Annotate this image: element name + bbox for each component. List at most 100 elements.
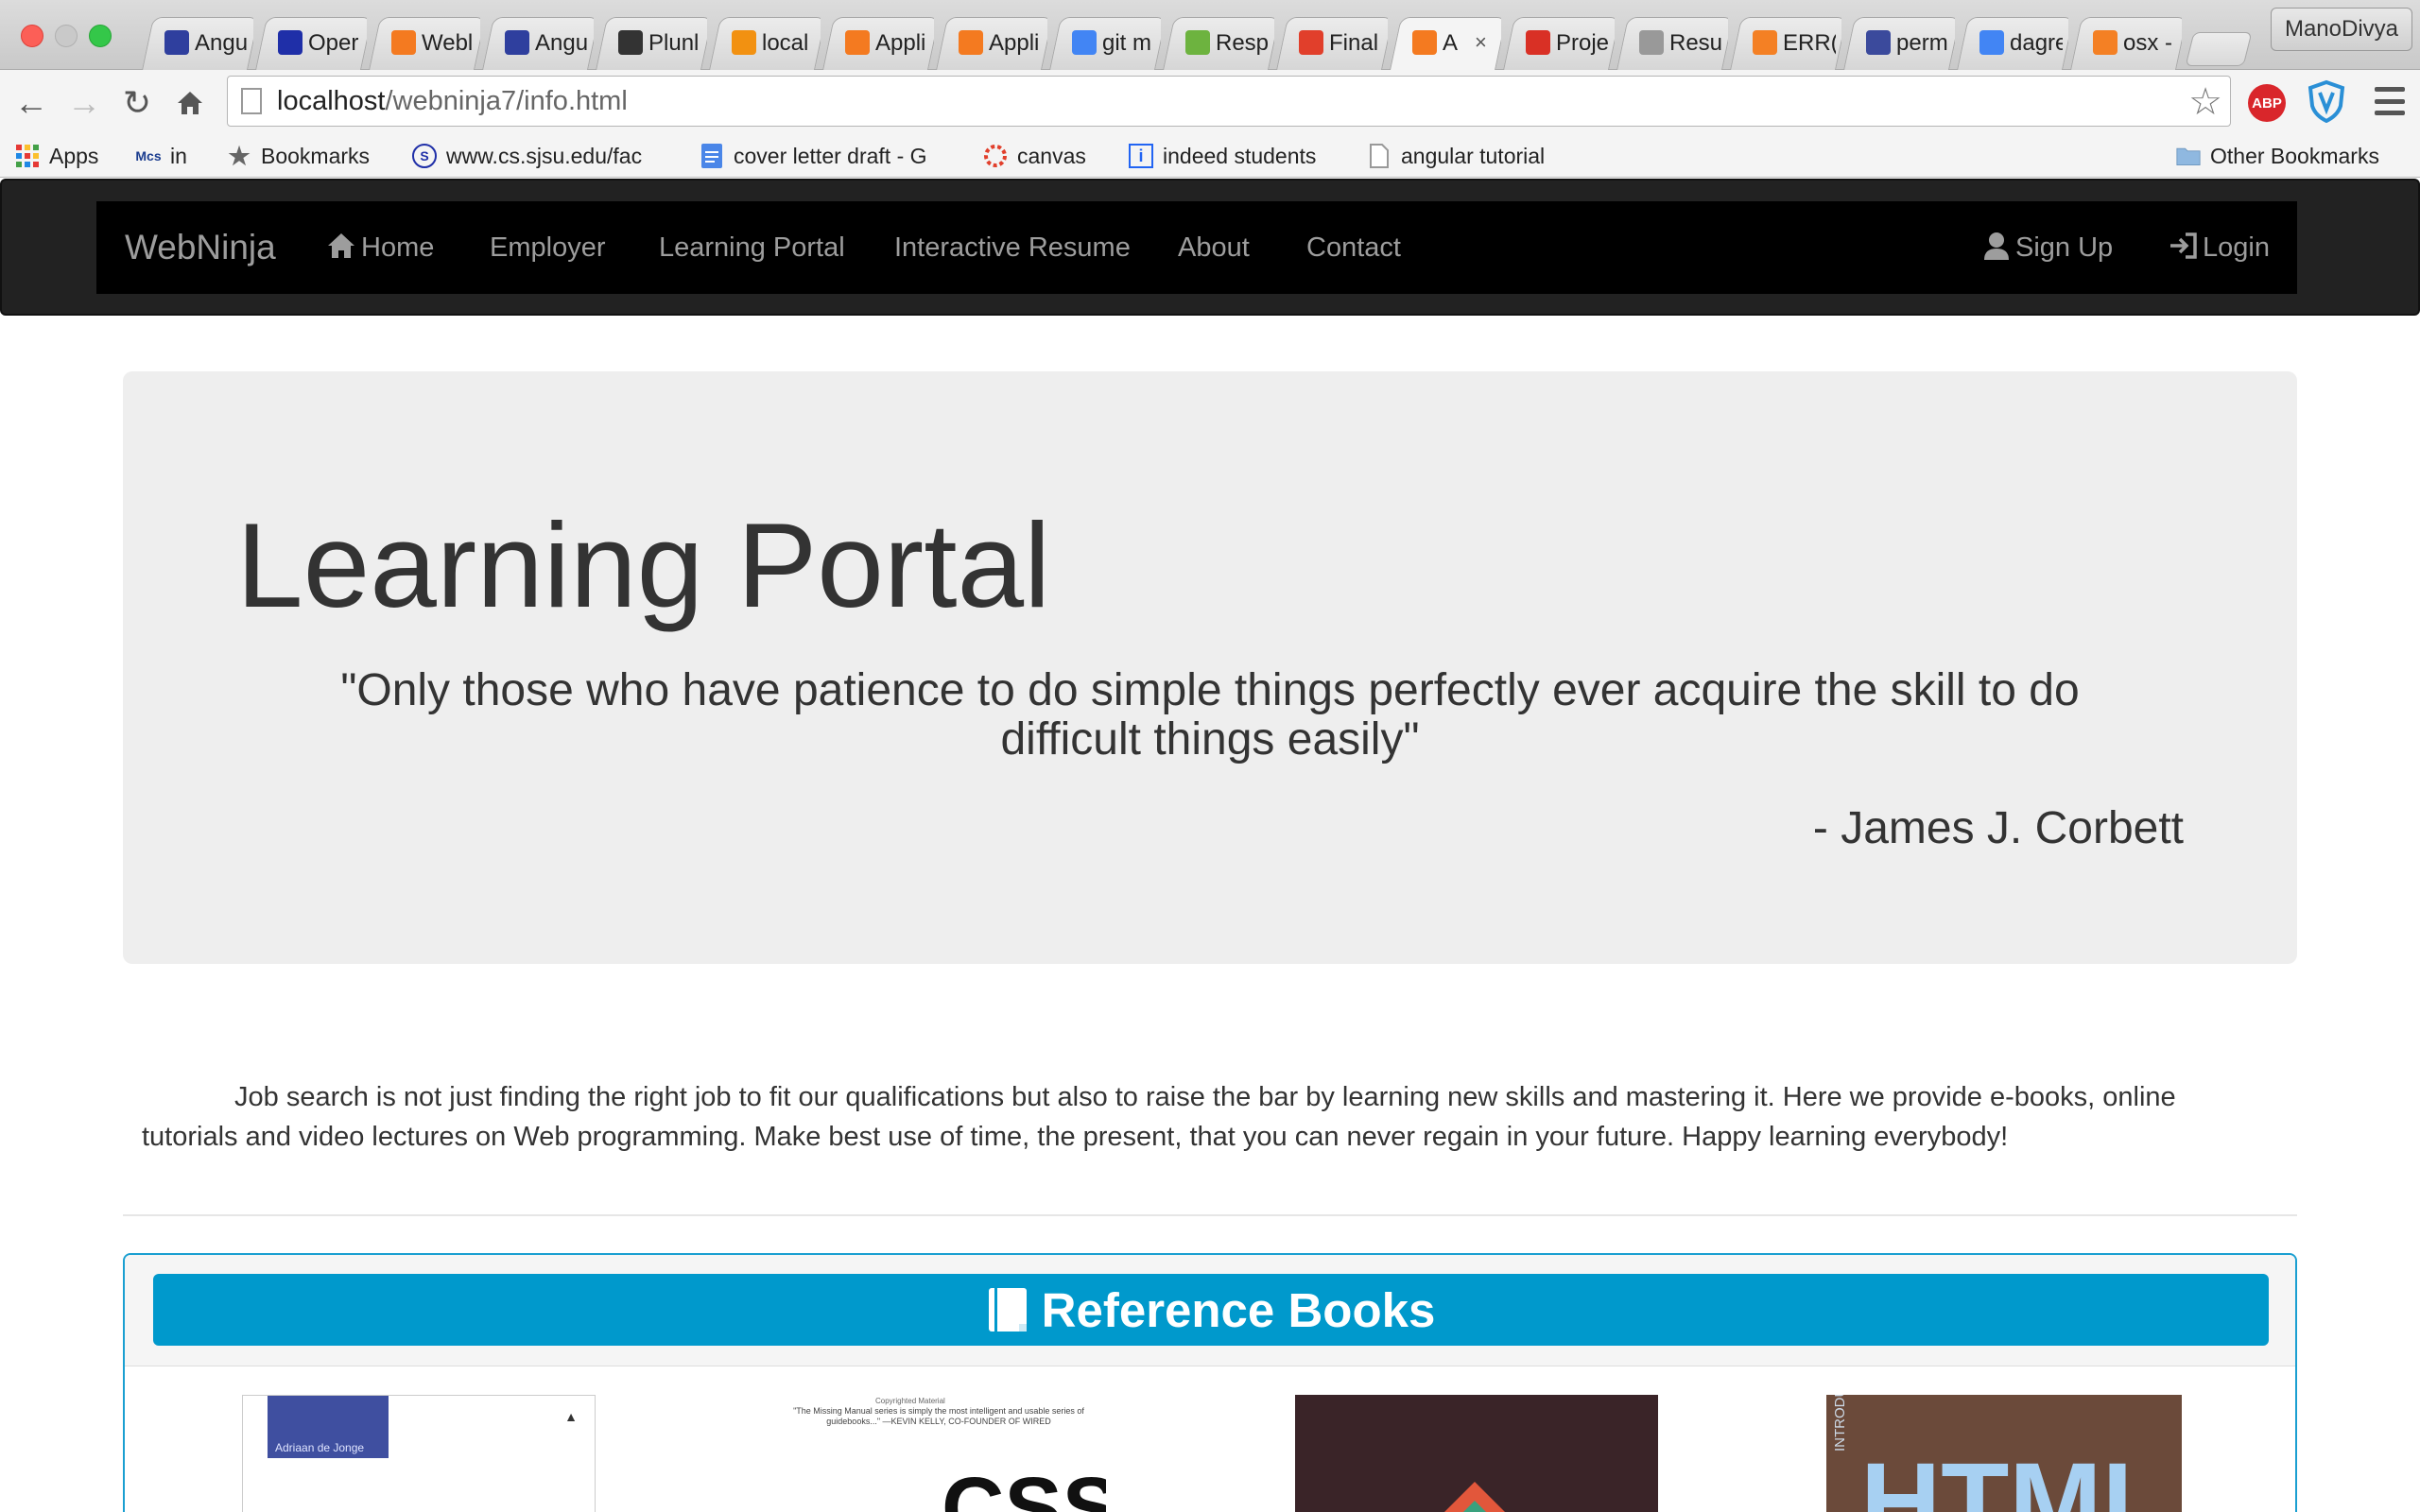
nav-signup[interactable]: Sign Up bbox=[1983, 201, 2113, 294]
nav-employer[interactable]: Employer bbox=[490, 201, 606, 294]
angular-shield-icon bbox=[164, 30, 189, 55]
zoom-window-button[interactable] bbox=[89, 25, 112, 47]
browser-tab[interactable]: Proje bbox=[1503, 17, 1615, 70]
login-label: Login bbox=[2203, 232, 2270, 263]
gmail-icon bbox=[1526, 30, 1550, 55]
google-icon bbox=[1979, 30, 2004, 55]
browser-tab[interactable]: Appli bbox=[936, 17, 1047, 70]
bookmark-cover-letter[interactable]: cover letter draft - G bbox=[700, 140, 960, 172]
minimize-window-button[interactable] bbox=[55, 25, 78, 47]
tab-label: local bbox=[762, 30, 809, 56]
browser-tab[interactable]: Plunl bbox=[596, 17, 707, 70]
browser-tab[interactable]: Angu bbox=[142, 17, 253, 70]
book-cover-graphic bbox=[1444, 1482, 1505, 1512]
phpmyadmin-icon bbox=[732, 30, 756, 55]
bookmark-label: www.cs.sjsu.edu/fac bbox=[446, 143, 643, 168]
nav-home[interactable]: Home bbox=[327, 201, 434, 294]
nav-login[interactable]: Login bbox=[2169, 201, 2270, 294]
reference-books-panel: Reference Books Adriaan de Jonge ▲ Copyr… bbox=[123, 1253, 2297, 1512]
canvas-icon bbox=[1299, 30, 1323, 55]
browser-tab[interactable]: ERR( bbox=[1730, 17, 1841, 70]
bookmark-canvas[interactable]: canvas bbox=[983, 140, 1115, 172]
nav-home-label: Home bbox=[361, 232, 435, 263]
tab-label: Resp bbox=[1216, 30, 1269, 56]
browser-tab[interactable]: Angu bbox=[482, 17, 594, 70]
bookmark-indeed[interactable]: i indeed students bbox=[1129, 140, 1346, 172]
profile-button[interactable]: ManoDivya bbox=[2271, 8, 2412, 51]
site-navbar: WebNinja Home Employer Learning Portal I… bbox=[0, 179, 2420, 316]
book-cover-1[interactable]: Adriaan de Jonge ▲ bbox=[242, 1395, 596, 1512]
url-host: localhost bbox=[277, 86, 386, 116]
tab-close-icon[interactable]: × bbox=[1475, 30, 1487, 55]
bookmark-angular-tutorial[interactable]: angular tutorial bbox=[1367, 140, 1594, 172]
browser-tab[interactable]: Appli bbox=[822, 17, 934, 70]
user-icon bbox=[1984, 232, 2009, 261]
apps-grid-icon bbox=[15, 144, 40, 168]
back-button[interactable]: ← bbox=[9, 81, 53, 125]
sjsu-icon: S bbox=[412, 144, 437, 168]
google-icon bbox=[1072, 30, 1097, 55]
browser-tab[interactable]: Final bbox=[1276, 17, 1388, 70]
bookmark-star-icon[interactable]: ☆ bbox=[2188, 78, 2222, 126]
other-bookmarks-folder[interactable]: Other Bookmarks bbox=[2176, 140, 2403, 172]
browser-tab[interactable]: perm bbox=[1843, 17, 1955, 70]
page-icon bbox=[241, 88, 262, 114]
forward-button[interactable]: → bbox=[62, 81, 106, 125]
close-window-button[interactable] bbox=[21, 25, 43, 47]
folder-icon bbox=[2176, 144, 2201, 168]
home-icon bbox=[328, 233, 354, 259]
nav-interactive-resume[interactable]: Interactive Resume bbox=[894, 201, 1131, 294]
bookmark-bookmarks-folder[interactable]: ★ Bookmarks bbox=[227, 140, 397, 172]
browser-tab[interactable]: dagre bbox=[1957, 17, 2068, 70]
bookmark-label: Apps bbox=[49, 143, 99, 168]
browser-toolbar: ← → ↻ localhost/webninja7/info.html ☆ AB… bbox=[0, 70, 2420, 134]
tab-label: Plunl bbox=[648, 30, 700, 56]
navbar-container: WebNinja Home Employer Learning Portal I… bbox=[96, 201, 2297, 294]
page-title: Learning Portal bbox=[236, 498, 1051, 632]
home-button[interactable] bbox=[168, 81, 212, 125]
other-bookmarks-label: Other Bookmarks bbox=[2210, 143, 2379, 168]
reload-button[interactable]: ↻ bbox=[115, 81, 159, 125]
reference-books-title: Reference Books bbox=[1041, 1282, 1436, 1337]
browser-tab[interactable]: osx - bbox=[2070, 17, 2182, 70]
tab-label: perm bbox=[1896, 30, 1948, 56]
tab-label: Appli bbox=[875, 30, 926, 56]
xampp-icon bbox=[391, 30, 416, 55]
tab-list: Angu Oper Webl Angu Plunl local Appli Appli git … bbox=[142, 17, 2253, 70]
star-icon: ★ bbox=[228, 141, 251, 170]
book-cover-2[interactable]: Copyrighted Material "The Missing Manual… bbox=[771, 1395, 1106, 1512]
nav-contact[interactable]: Contact bbox=[1306, 201, 1401, 294]
adblock-plus-icon[interactable]: ABP bbox=[2248, 84, 2286, 122]
browser-tab[interactable]: git m bbox=[1049, 17, 1161, 70]
tab-label: Final bbox=[1329, 30, 1379, 56]
browser-tab[interactable]: local bbox=[709, 17, 821, 70]
stackoverflow-icon bbox=[1753, 30, 1777, 55]
quote-author: - James J. Corbett bbox=[1812, 803, 2184, 853]
bookmark-apps[interactable]: Apps bbox=[15, 140, 119, 172]
browser-tab[interactable]: Resu bbox=[1616, 17, 1728, 70]
tab-label: git m bbox=[1102, 30, 1152, 56]
address-bar[interactable]: localhost/webninja7/info.html ☆ bbox=[227, 76, 2231, 127]
nav-learning-portal[interactable]: Learning Portal bbox=[659, 201, 845, 294]
browser-tab[interactable]: Resp bbox=[1163, 17, 1274, 70]
profile-name: ManoDivya bbox=[2284, 16, 2399, 42]
tab-label: Proje bbox=[1556, 30, 1609, 56]
book-cover-4[interactable]: INTRODUCING HTML bbox=[1826, 1395, 2182, 1512]
book-cover-3[interactable] bbox=[1295, 1395, 1658, 1512]
bookmark-sjsu[interactable]: S www.cs.sjsu.edu/fac bbox=[412, 140, 673, 172]
menu-hamburger-icon[interactable] bbox=[2375, 87, 2405, 115]
publisher-logo-icon: ▲ bbox=[564, 1409, 578, 1424]
browser-tab[interactable]: Oper bbox=[255, 17, 367, 70]
login-icon bbox=[2170, 232, 2197, 260]
nav-about[interactable]: About bbox=[1178, 201, 1250, 294]
new-tab-button[interactable] bbox=[2185, 32, 2253, 66]
panel-heading: Reference Books bbox=[125, 1255, 2295, 1366]
book-author-label: Adriaan de Jonge bbox=[268, 1396, 389, 1458]
browser-tab[interactable]: Webl bbox=[369, 17, 480, 70]
bookmark-in[interactable]: Mcs in bbox=[136, 140, 212, 172]
reload-icon: ↻ bbox=[122, 83, 152, 122]
shield-extension-icon[interactable] bbox=[2307, 79, 2346, 123]
browser-tab[interactable]: A × bbox=[1390, 17, 1501, 70]
forward-arrow-icon: → bbox=[67, 83, 101, 122]
brand-link[interactable]: WebNinja bbox=[125, 201, 276, 294]
